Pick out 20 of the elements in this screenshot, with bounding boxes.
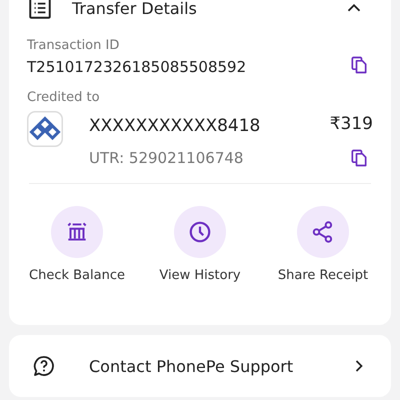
transaction-id: T2510172326185085508592 bbox=[27, 58, 246, 76]
list-icon bbox=[27, 0, 53, 21]
bank-logo-icon bbox=[27, 111, 63, 147]
field-label: Credited to bbox=[27, 90, 101, 105]
utr-number: UTR: 529021106748 bbox=[89, 149, 244, 167]
help-icon bbox=[32, 354, 56, 378]
action-label[interactable]: View History bbox=[159, 268, 241, 283]
copy-icon[interactable] bbox=[349, 148, 369, 168]
copy-icon[interactable] bbox=[349, 54, 369, 74]
bank-icon[interactable] bbox=[51, 206, 103, 258]
support-card[interactable]: Contact PhonePe Support bbox=[9, 335, 391, 397]
amount: ₹319 bbox=[330, 114, 373, 134]
action-label[interactable]: Share Receipt bbox=[278, 268, 368, 283]
account-number: XXXXXXXXXXX8418 bbox=[89, 116, 260, 136]
clock-icon[interactable] bbox=[174, 206, 226, 258]
section-title: Transfer Details bbox=[72, 0, 197, 18]
support-link[interactable]: Contact PhonePe Support bbox=[89, 356, 294, 376]
share-icon[interactable] bbox=[297, 206, 349, 258]
action-label[interactable]: Check Balance bbox=[29, 268, 125, 283]
field-label: Transaction ID bbox=[27, 38, 120, 53]
